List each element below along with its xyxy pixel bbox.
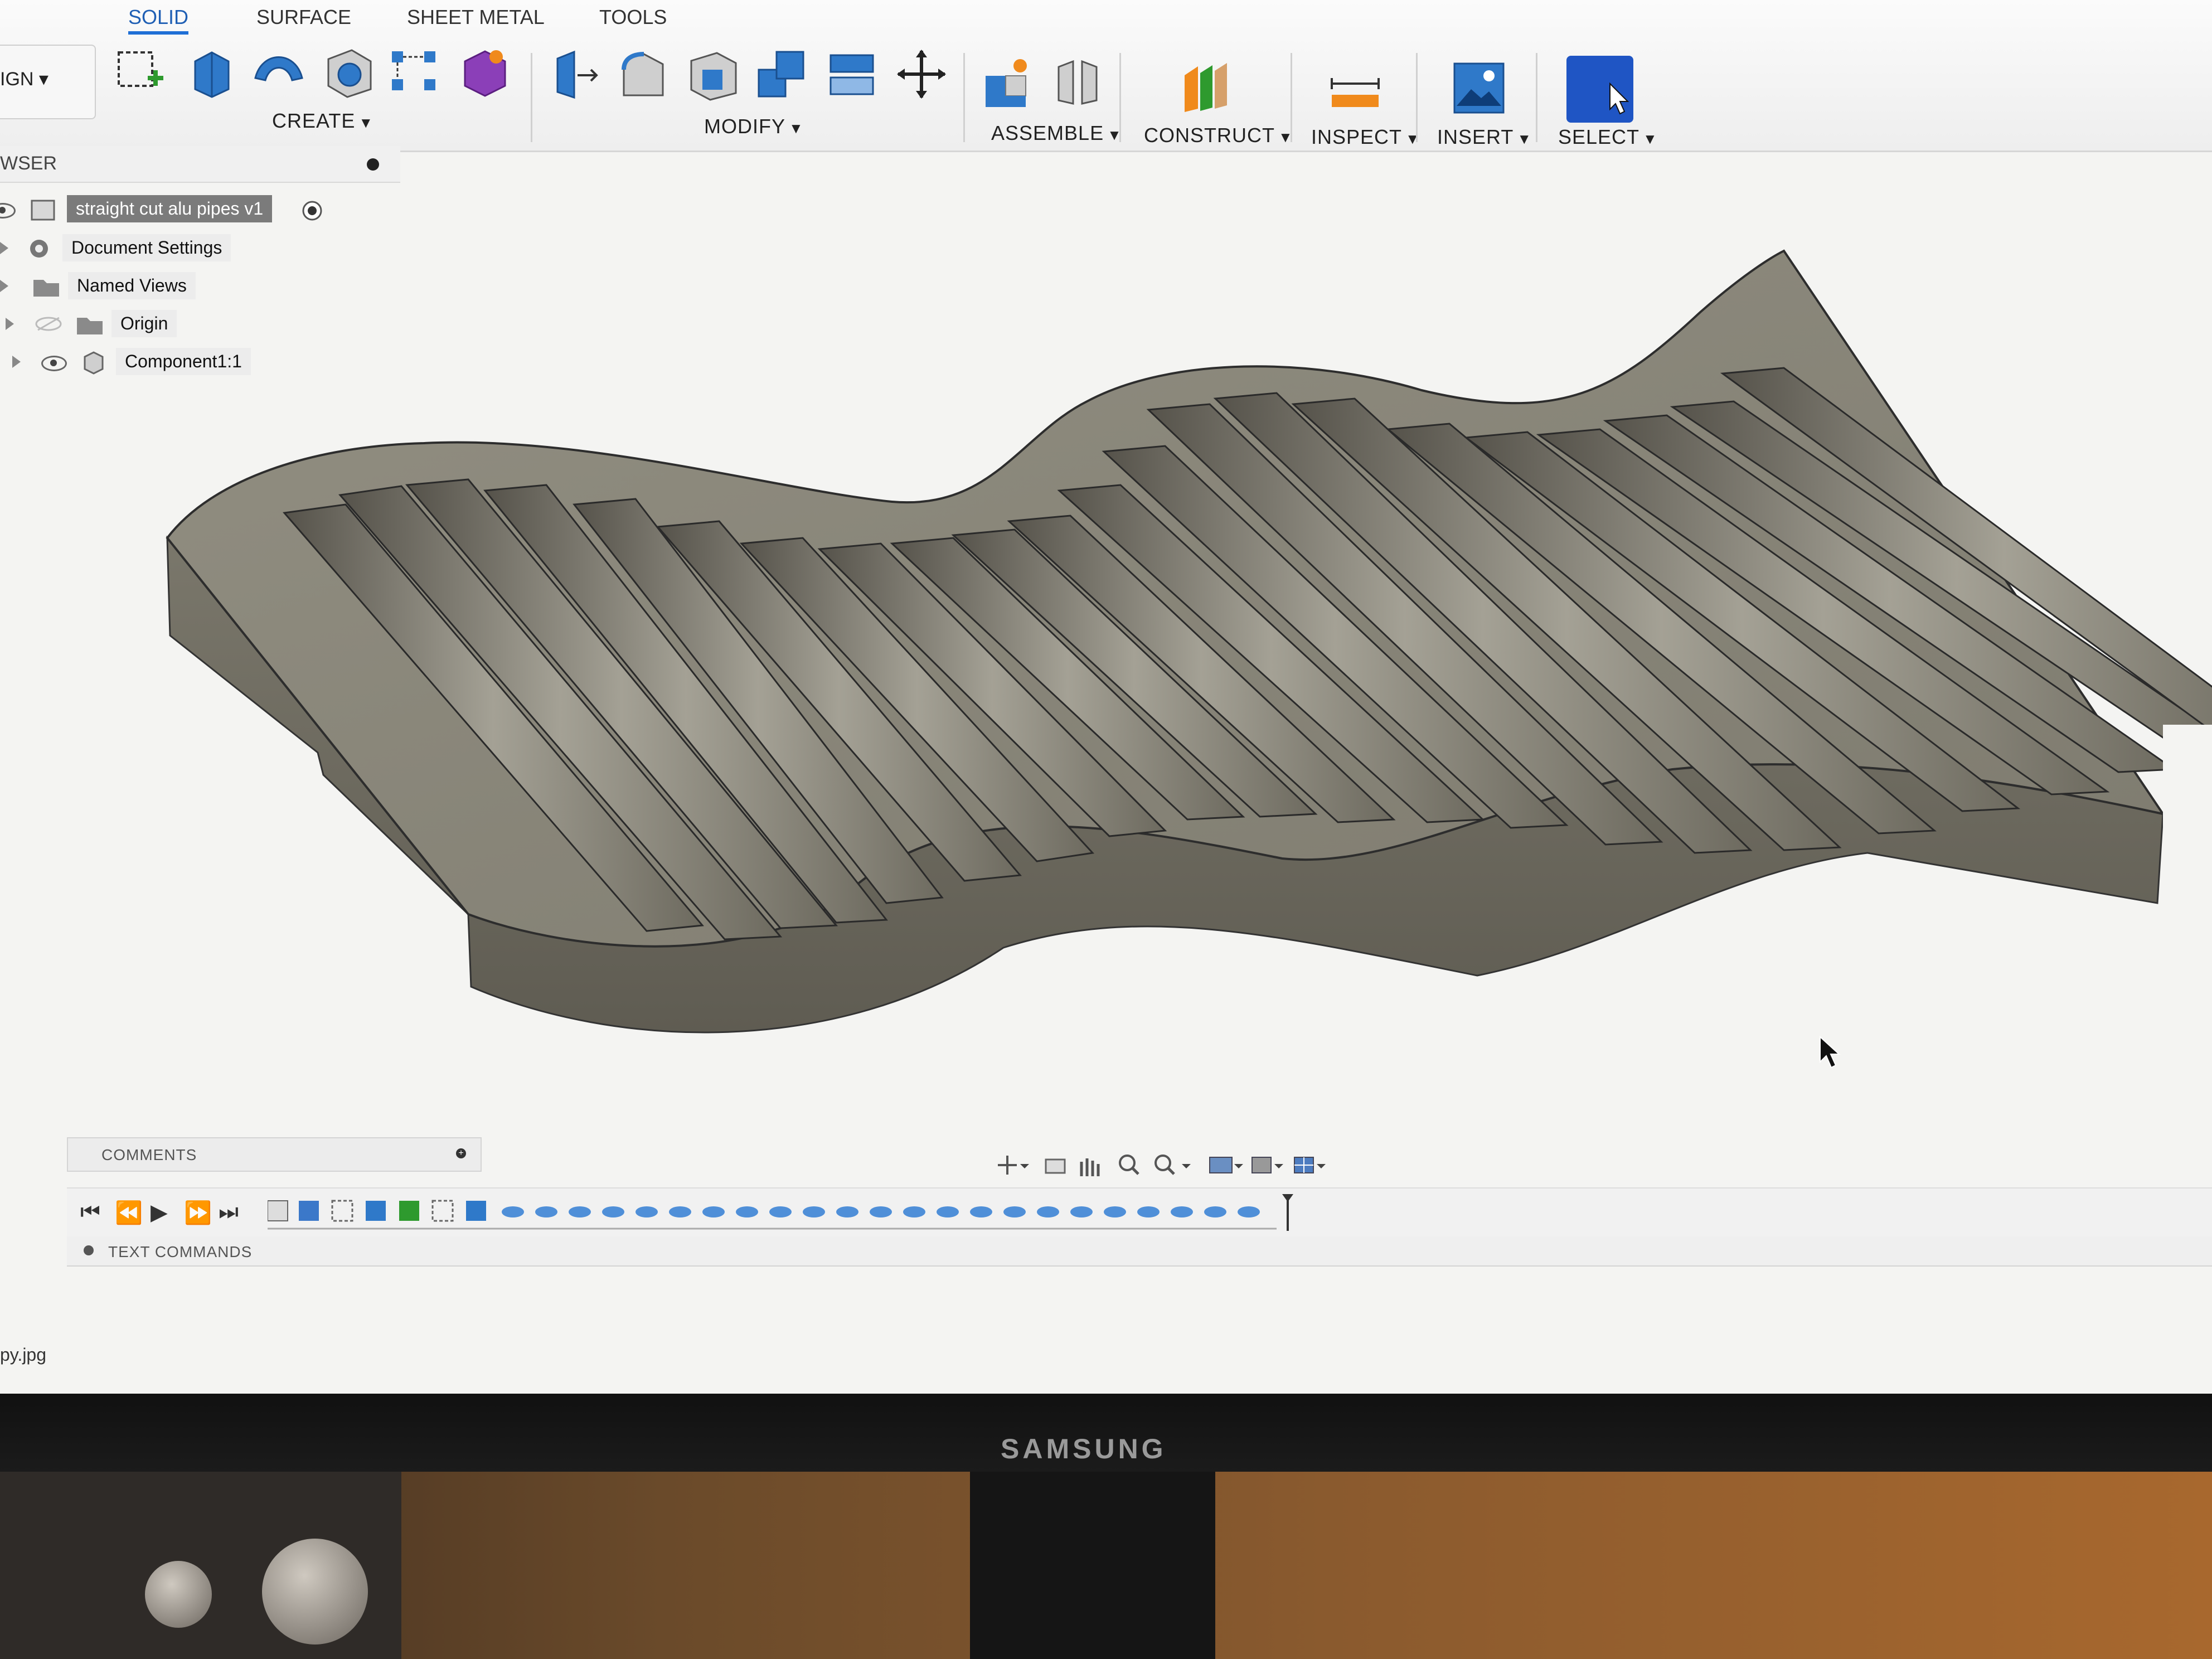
- insert-menu[interactable]: INSERT ▼: [1437, 125, 1532, 149]
- monitor-brand-logo: SAMSUNG: [1001, 1433, 1167, 1464]
- press-pull-icon[interactable]: [546, 47, 600, 101]
- combine-icon[interactable]: [755, 47, 809, 101]
- hidden-eye-icon[interactable]: [35, 316, 62, 332]
- display-settings-icon[interactable]: [1209, 1157, 1243, 1173]
- create-form-icon[interactable]: [457, 45, 511, 98]
- grid-settings-icon[interactable]: [1251, 1157, 1283, 1173]
- knob: [262, 1539, 368, 1645]
- comments-panel[interactable]: COMMENTS +: [67, 1137, 482, 1172]
- fillet-icon[interactable]: [616, 47, 670, 101]
- tab-solid[interactable]: SOLID: [128, 6, 189, 35]
- expand-arrow-icon[interactable]: [12, 356, 21, 368]
- browser-root-label: straight cut alu pipes v1: [67, 195, 273, 222]
- separator: [1291, 53, 1292, 142]
- shell-icon[interactable]: [686, 47, 739, 101]
- select-label: SELECT: [1558, 125, 1640, 148]
- mouse-cursor-icon: [1820, 1035, 1841, 1069]
- pan-hand-icon[interactable]: [1080, 1158, 1100, 1176]
- timeline-bar: ⏮ ⏪ ▶ ⏩ ⏭: [67, 1187, 2212, 1239]
- separator: [1416, 53, 1418, 142]
- text-commands-label: TEXT COMMANDS: [108, 1243, 253, 1260]
- go-to-start-button[interactable]: ⏮: [80, 1200, 100, 1225]
- tab-surface[interactable]: SURFACE: [256, 6, 351, 29]
- tab-sheet-metal[interactable]: SHEET METAL: [407, 6, 545, 29]
- separator: [1536, 53, 1537, 142]
- workspace-label: IGN ▾: [0, 69, 48, 90]
- assemble-label: ASSEMBLE: [991, 122, 1104, 144]
- joint-icon[interactable]: [1051, 56, 1104, 109]
- separator: [1119, 53, 1121, 142]
- monitor-stand: [970, 1472, 1215, 1659]
- browser-item-label: Origin: [111, 310, 177, 337]
- offset-plane-icon[interactable]: [1179, 59, 1233, 112]
- inspect-label: INSPECT: [1311, 125, 1403, 148]
- add-comment-icon[interactable]: +: [456, 1148, 466, 1158]
- create-sketch-icon[interactable]: [114, 45, 168, 98]
- wavy-plate-model[interactable]: [166, 249, 2212, 1034]
- select-icon[interactable]: [1566, 56, 1633, 123]
- insert-label: INSERT: [1437, 125, 1514, 148]
- revolve-icon[interactable]: [251, 45, 304, 98]
- go-to-end-button[interactable]: ⏭: [219, 1200, 239, 1225]
- pattern-icon[interactable]: [387, 45, 441, 98]
- assemble-menu[interactable]: ASSEMBLE ▼: [991, 122, 1122, 145]
- split-body-icon[interactable]: [825, 47, 879, 101]
- folder-icon: [77, 318, 103, 334]
- navigation-bar: [992, 1148, 1338, 1187]
- create-menu[interactable]: CREATE ▼: [272, 109, 373, 133]
- play-button[interactable]: ▶: [151, 1200, 168, 1225]
- ribbon-toolbar: IGN ▾ SOLID SURFACE SHEET METAL TOOLS CR…: [0, 0, 2212, 152]
- select-menu[interactable]: SELECT ▼: [1558, 125, 1658, 149]
- workspace-switcher[interactable]: IGN ▾: [0, 45, 96, 119]
- separator: [963, 53, 965, 142]
- text-commands-panel[interactable]: TEXT COMMANDS: [67, 1236, 2212, 1267]
- move-icon[interactable]: [895, 47, 948, 101]
- knob: [145, 1561, 212, 1628]
- step-back-button[interactable]: ⏪: [115, 1200, 143, 1226]
- activate-radio-icon[interactable]: [301, 200, 323, 222]
- collapse-icon[interactable]: [84, 1245, 94, 1255]
- fit-icon[interactable]: [1154, 1154, 1191, 1175]
- browser-panel-header: WSER: [0, 146, 400, 183]
- modify-label: MODIFY: [704, 115, 785, 138]
- component-icon: [84, 351, 104, 375]
- timeline-features[interactable]: [268, 1194, 1304, 1233]
- fusion-app-screen: IGN ▾ SOLID SURFACE SHEET METAL TOOLS CR…: [0, 0, 2212, 1405]
- tab-tools[interactable]: TOOLS: [599, 6, 667, 29]
- expand-arrow-icon[interactable]: [0, 280, 8, 292]
- create-label: CREATE: [272, 109, 356, 132]
- modify-menu[interactable]: MODIFY ▼: [704, 115, 804, 138]
- hole-icon[interactable]: [321, 45, 374, 98]
- comments-label: COMMENTS: [101, 1146, 197, 1163]
- browser-item-label: Named Views: [68, 272, 196, 299]
- taskbar-file-label[interactable]: py.jpg: [0, 1345, 46, 1365]
- construct-menu[interactable]: CONSTRUCT ▼: [1144, 124, 1293, 147]
- browser-item-label: Document Settings: [62, 234, 231, 261]
- document-icon: [31, 200, 55, 221]
- collapse-panel-icon[interactable]: [367, 158, 379, 171]
- zoom-icon[interactable]: [1119, 1154, 1139, 1175]
- separator: [531, 53, 532, 142]
- gear-icon: [30, 240, 48, 258]
- folder-icon: [33, 280, 59, 297]
- new-component-icon[interactable]: [981, 56, 1035, 109]
- measure-icon[interactable]: [1328, 67, 1382, 120]
- insert-image-icon[interactable]: [1452, 61, 1506, 115]
- browser-title: WSER: [0, 153, 57, 174]
- expand-arrow-icon[interactable]: [0, 242, 8, 254]
- viewports-icon[interactable]: [1294, 1157, 1326, 1173]
- extrude-icon[interactable]: [184, 45, 237, 98]
- expand-arrow-icon[interactable]: [6, 318, 14, 330]
- construct-label: CONSTRUCT: [1144, 124, 1275, 147]
- browser-item-label: Component1:1: [116, 348, 251, 375]
- orbit-icon[interactable]: [998, 1156, 1029, 1175]
- look-at-icon[interactable]: [1045, 1158, 1066, 1174]
- visibility-eye-icon[interactable]: [41, 356, 67, 371]
- step-forward-button[interactable]: ⏩: [184, 1200, 212, 1226]
- inspect-menu[interactable]: INSPECT ▼: [1311, 125, 1420, 149]
